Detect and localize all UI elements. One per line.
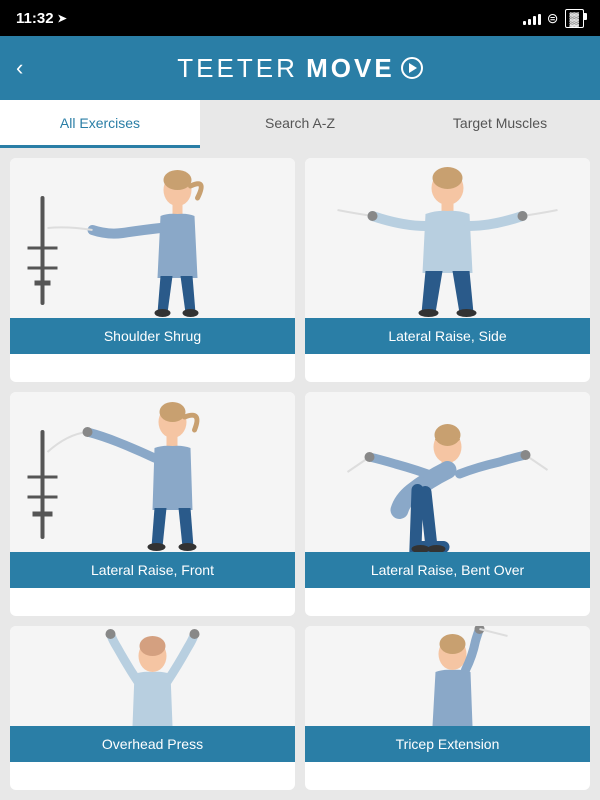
exercise-card-overhead[interactable]: Overhead Press — [10, 626, 295, 790]
tab-bar: All Exercises Search A-Z Target Muscles — [0, 100, 600, 148]
exercise-image-3 — [10, 392, 295, 552]
logo-move: MOVE — [306, 53, 423, 84]
exercise-card-lateral-raise-side[interactable]: Lateral Raise, Side — [305, 158, 590, 382]
battery-icon: ▓ — [565, 9, 584, 28]
exercise-card-tricep[interactable]: Tricep Extension — [305, 626, 590, 790]
status-time: 11:32 ➤ — [16, 10, 67, 27]
exercise-grid: Shoulder Shrug — [0, 148, 600, 800]
exercise-label-1: Shoulder Shrug — [10, 318, 295, 354]
tab-search-az[interactable]: Search A-Z — [200, 100, 400, 148]
exercise-label-2: Lateral Raise, Side — [305, 318, 590, 354]
logo-teeter: TEETER — [177, 53, 298, 84]
exercise-image-6 — [305, 626, 590, 726]
status-bar: 11:32 ➤ ⊜ ▓ — [0, 0, 600, 36]
exercise-image-5 — [10, 626, 295, 726]
app-header: ‹ TEETER MOVE — [0, 36, 600, 100]
logo-play-icon — [401, 57, 423, 79]
app-logo: TEETER MOVE — [177, 53, 422, 84]
exercise-card-shoulder-shrug[interactable]: Shoulder Shrug — [10, 158, 295, 382]
back-button[interactable]: ‹ — [16, 55, 23, 81]
tab-target-muscles[interactable]: Target Muscles — [400, 100, 600, 148]
status-icons: ⊜ ▓ — [523, 9, 584, 28]
tab-all-exercises[interactable]: All Exercises — [0, 100, 200, 148]
exercise-label-3: Lateral Raise, Front — [10, 552, 295, 588]
location-icon: ➤ — [58, 12, 67, 25]
time-display: 11:32 — [16, 10, 54, 27]
logo-spacer — [298, 53, 306, 84]
exercise-image-4 — [305, 392, 590, 552]
exercise-image-1 — [10, 158, 295, 318]
exercise-image-2 — [305, 158, 590, 318]
wifi-icon: ⊜ — [547, 10, 559, 27]
signal-icon — [523, 11, 541, 25]
exercise-label-5: Overhead Press — [10, 726, 295, 762]
exercise-card-lateral-raise-front[interactable]: Lateral Raise, Front — [10, 392, 295, 616]
exercise-card-lateral-raise-bent[interactable]: Lateral Raise, Bent Over — [305, 392, 590, 616]
exercise-label-4: Lateral Raise, Bent Over — [305, 552, 590, 588]
exercise-label-6: Tricep Extension — [305, 726, 590, 762]
